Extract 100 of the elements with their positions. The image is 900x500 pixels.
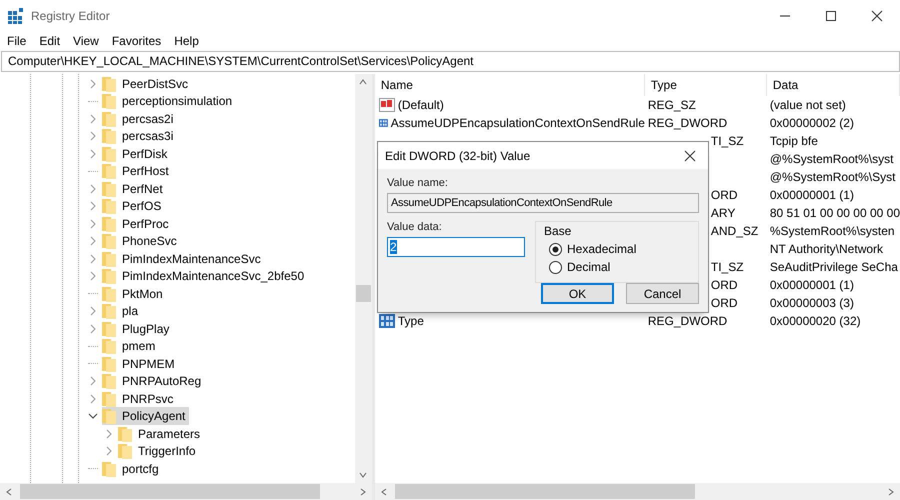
value-data: 80 51 01 00 00 00 00 00 xyxy=(770,206,900,220)
tree-item[interactable]: PerfNet xyxy=(102,180,167,198)
tree-item[interactable]: PktMon xyxy=(102,284,167,303)
horizontal-scrollbar[interactable] xyxy=(0,483,372,500)
value-data-field[interactable]: 2 xyxy=(387,237,525,257)
folder-icon xyxy=(102,320,116,337)
vertical-scrollbar[interactable] xyxy=(354,74,372,483)
tree-item[interactable]: pmem xyxy=(102,337,160,356)
chevron-right-icon[interactable] xyxy=(90,254,96,264)
menu-item[interactable]: Edit xyxy=(39,34,60,48)
value-data-label: Value data: xyxy=(387,221,443,233)
chevron-right-icon[interactable] xyxy=(90,78,96,89)
tree-item[interactable]: PeerDistSvc xyxy=(102,74,192,93)
chevron-right-icon[interactable] xyxy=(90,184,96,194)
tree-item[interactable]: PhoneSvc xyxy=(102,232,181,250)
close-icon[interactable] xyxy=(684,150,696,162)
chevron-right-icon[interactable] xyxy=(90,271,96,282)
folder-icon xyxy=(102,180,116,197)
scroll-down-icon[interactable] xyxy=(359,472,368,478)
chevron-down-icon[interactable] xyxy=(88,413,98,420)
value-type: REG_SZ xyxy=(648,98,696,112)
radio-option[interactable]: Hexadecimal xyxy=(549,242,690,256)
address-bar[interactable]: Computer\HKEY_LOCAL_MACHINE\SYSTEM\CurrentControlSet\Services\PolicyAgent xyxy=(1,51,900,72)
chevron-right-icon[interactable] xyxy=(90,201,96,212)
value-type: TI_SZ xyxy=(710,134,744,148)
chevron-right-icon[interactable] xyxy=(90,236,96,246)
menu-item[interactable]: Favorites xyxy=(112,34,162,48)
tree-item[interactable]: PerfDisk xyxy=(102,144,172,163)
cancel-button[interactable]: Cancel xyxy=(626,283,699,304)
tree-item[interactable]: TriggerInfo xyxy=(118,442,200,460)
tree-item[interactable]: PNRPAutoReg xyxy=(102,372,206,390)
value-data: NT Authority\Network xyxy=(770,242,884,256)
value-data: SeAuditPrivilege SeCha xyxy=(770,260,898,274)
tree-item[interactable]: PNPMEM xyxy=(102,354,179,373)
value-type: ARY xyxy=(710,206,736,220)
scroll-left-icon[interactable] xyxy=(6,488,12,496)
chevron-right-icon[interactable] xyxy=(90,394,96,404)
tree-item[interactable]: PolicyAgent xyxy=(102,407,190,426)
chevron-right-icon[interactable] xyxy=(90,131,96,142)
radio-icon[interactable] xyxy=(549,242,562,256)
close-icon[interactable] xyxy=(871,10,883,22)
scroll-up-icon[interactable] xyxy=(359,79,368,85)
tree-item[interactable]: PimIndexMaintenanceSvc xyxy=(102,250,265,268)
chevron-right-icon[interactable] xyxy=(90,376,96,386)
value-type: AND_SZ xyxy=(710,224,758,238)
radio-option[interactable]: Decimal xyxy=(549,260,690,274)
scroll-left-icon[interactable] xyxy=(380,488,387,496)
folder-icon xyxy=(102,146,116,162)
chevron-right-icon[interactable] xyxy=(90,114,96,124)
tree-item[interactable]: PimIndexMaintenanceSvc_2bfe50 xyxy=(102,267,308,286)
value-name[interactable]: (Default) xyxy=(398,98,444,112)
menu-item[interactable]: File xyxy=(7,34,26,48)
registry-icon xyxy=(8,8,24,24)
menu-item[interactable]: View xyxy=(73,34,99,48)
chevron-right-icon[interactable] xyxy=(90,324,96,334)
chevron-right-icon[interactable] xyxy=(90,148,96,159)
binary-value-icon xyxy=(378,116,388,130)
folder-icon xyxy=(102,93,116,110)
tree-item[interactable]: portcfg xyxy=(102,460,163,478)
folder-icon xyxy=(102,460,116,477)
value-name[interactable]: AssumeUDPEncapsulationContextOnSendRule xyxy=(390,116,645,130)
tree-item[interactable]: PNRPsvc xyxy=(102,390,178,408)
folder-icon xyxy=(102,233,116,250)
maximize-icon[interactable] xyxy=(825,10,837,22)
value-name-field: AssumeUDPEncapsulationContextOnSendRule xyxy=(387,193,699,213)
value-type: ORD xyxy=(710,296,738,310)
chevron-right-icon[interactable] xyxy=(106,446,112,456)
column-header[interactable]: Type xyxy=(644,74,767,96)
folder-icon xyxy=(102,338,116,354)
tree-item[interactable]: PerfOS xyxy=(102,197,166,216)
tree-item[interactable]: pla xyxy=(102,302,142,320)
ok-button[interactable]: OK xyxy=(541,283,614,304)
value-data: 0x00000003 (3) xyxy=(770,296,854,310)
scroll-right-icon[interactable] xyxy=(360,488,366,496)
value-data: %SystemRoot%\systen xyxy=(770,224,895,238)
value-type: TI_SZ xyxy=(710,260,744,274)
folder-icon xyxy=(102,390,116,407)
tree-item[interactable]: PlugPlay xyxy=(102,320,174,338)
menu-item[interactable]: Help xyxy=(174,34,199,48)
folder-icon xyxy=(102,198,116,214)
folder-icon xyxy=(118,426,132,442)
tree-item[interactable]: percsas2i xyxy=(102,110,178,128)
radio-icon[interactable] xyxy=(549,260,562,274)
value-type: REG_DWORD xyxy=(648,314,728,328)
chevron-right-icon[interactable] xyxy=(90,306,96,316)
chevron-right-icon[interactable] xyxy=(106,428,112,439)
horizontal-scrollbar[interactable] xyxy=(374,483,900,500)
column-header[interactable]: Name xyxy=(374,74,645,96)
column-header[interactable]: Data xyxy=(766,74,900,96)
tree-item[interactable]: PerfProc xyxy=(102,214,173,233)
value-name[interactable]: Type xyxy=(398,314,424,328)
chevron-right-icon[interactable] xyxy=(90,218,96,229)
value-data: Tcpip bfe xyxy=(770,134,818,148)
tree-item[interactable]: percsas3i xyxy=(102,127,178,146)
tree-item[interactable]: Parameters xyxy=(118,424,204,443)
folder-icon xyxy=(102,303,116,320)
tree-item[interactable]: PerfHost xyxy=(102,162,173,180)
scroll-right-icon[interactable] xyxy=(888,488,894,496)
scroll-thumb[interactable] xyxy=(356,285,371,302)
tree-item[interactable]: perceptionsimulation xyxy=(102,92,236,110)
